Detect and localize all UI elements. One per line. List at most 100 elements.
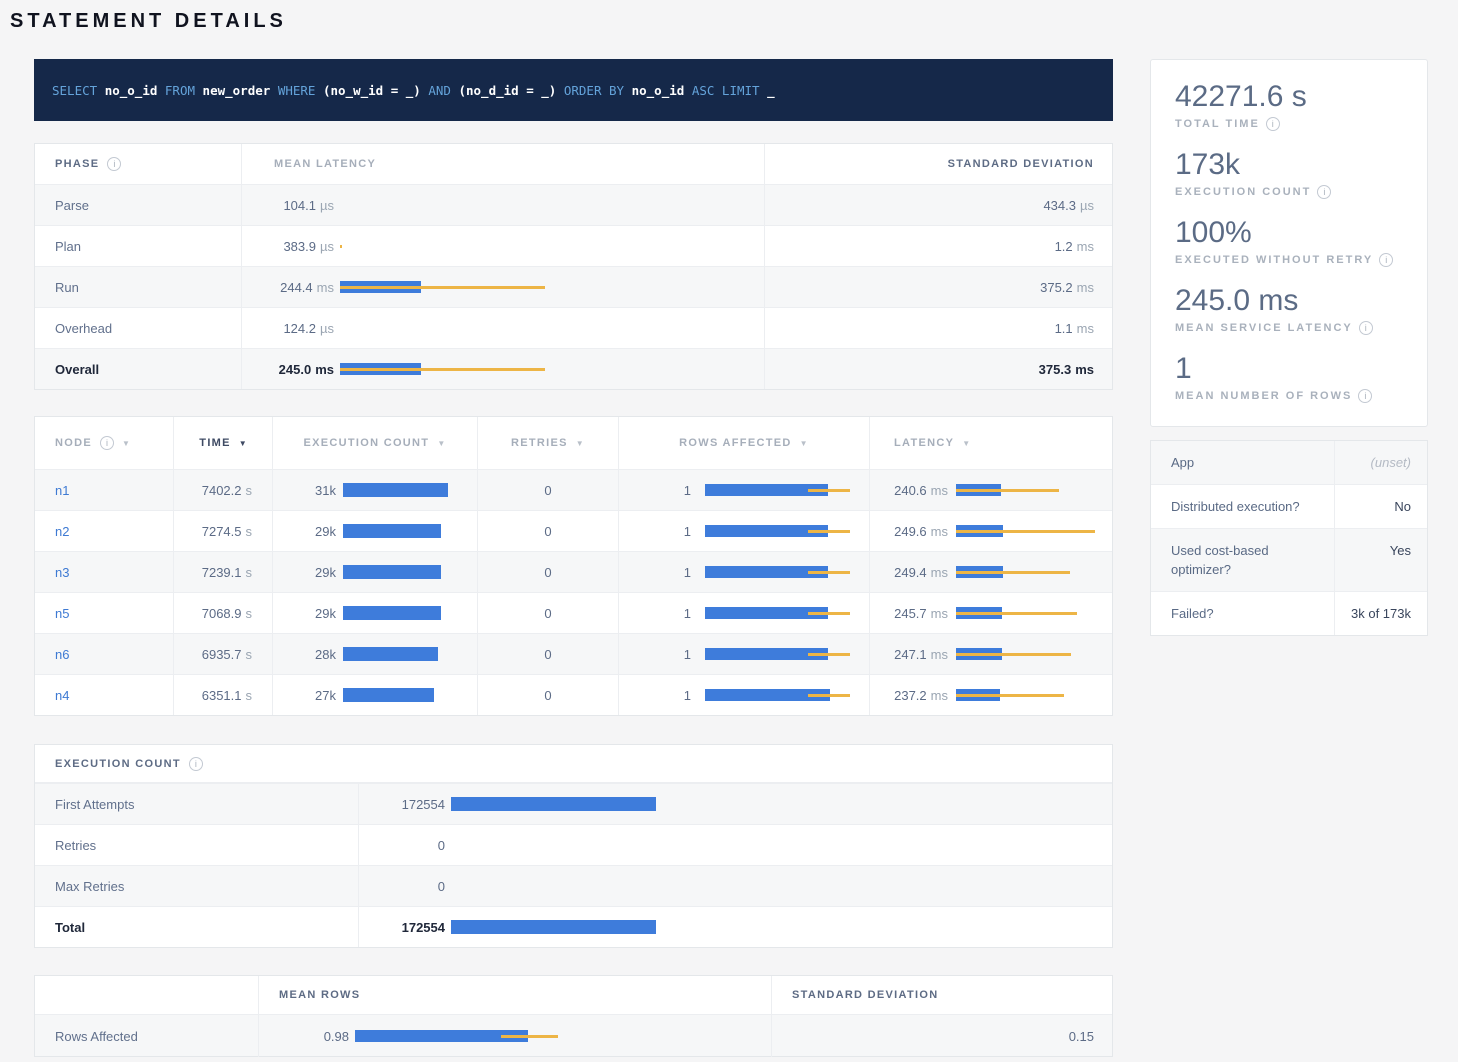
summary-stat-value: 245.0 ms: [1175, 284, 1427, 318]
node-link[interactable]: n5: [55, 606, 69, 621]
execution-count-row: Retries 0: [35, 824, 1112, 865]
summary-stat-label: MEAN SERVICE LATENCYi: [1175, 321, 1427, 335]
bar-chart: [956, 606, 1095, 620]
phase-latency-table: PHASE i MEAN LATENCY STANDARD DEVIATION …: [34, 143, 1113, 390]
execution-count-value: 27k: [293, 688, 336, 703]
time-value: 7068.9s: [202, 606, 252, 621]
latency-value: 240.6ms: [876, 483, 948, 498]
sql-token: new_order: [203, 83, 271, 98]
bar-chart: [340, 280, 545, 294]
time-value: 6935.7s: [202, 647, 252, 662]
attribute-row: App (unset): [1151, 441, 1427, 484]
execution-count-row-label: First Attempts: [55, 797, 134, 812]
latency-value: 249.4ms: [876, 565, 948, 580]
std-dev-line: [340, 368, 545, 371]
node-table-row: n5 7068.9s 29k 0 1 245.7ms: [35, 592, 1112, 633]
node-table-row: n6 6935.7s 28k 0 1 247.1ms: [35, 633, 1112, 674]
bar-chart: [956, 565, 1095, 579]
info-icon[interactable]: i: [100, 436, 114, 450]
phase-label: Parse: [55, 198, 89, 213]
retries-value: 0: [544, 688, 551, 703]
execution-count-value: 29k: [293, 524, 336, 539]
node-column-header[interactable]: NODE i ▼: [35, 417, 173, 469]
info-icon[interactable]: i: [1358, 389, 1372, 403]
attribute-value: 3k of 173k: [1334, 592, 1429, 635]
std-dev-line: [340, 245, 342, 248]
node-link[interactable]: n3: [55, 565, 69, 580]
rows-affected-value: 1: [655, 565, 691, 580]
bar-chart: [956, 524, 1095, 538]
execution-count-column-header[interactable]: EXECUTION COUNT ▼: [272, 417, 477, 469]
bar-chart: [705, 483, 850, 497]
sql-token: _: [767, 83, 775, 98]
sql-token: (no_w_id = _): [323, 83, 421, 98]
node-table-body: n1 7402.2s 31k 0 1 240.6ms n2 7274.5s 29…: [35, 469, 1112, 715]
sql-token: no_o_id: [105, 83, 158, 98]
bar-chart: [343, 688, 448, 702]
info-icon[interactable]: i: [189, 757, 203, 771]
main-layout: SELECT no_o_id FROM new_order WHERE (no_…: [34, 59, 1458, 1057]
std-dev-line: [808, 694, 850, 697]
latency-value: 247.1ms: [876, 647, 948, 662]
mean-latency-value: 245.0ms: [242, 362, 334, 377]
rows-affected-value: 1: [655, 688, 691, 703]
execution-count-row-value: 172554: [359, 797, 445, 812]
std-dev-line: [808, 530, 850, 533]
bar-chart: [340, 362, 545, 376]
execution-count-row-label: Max Retries: [55, 879, 124, 894]
execution-count-row-label: Retries: [55, 838, 96, 853]
std-dev-header-label: STANDARD DEVIATION: [792, 989, 938, 1001]
rows-affected-value: 1: [655, 647, 691, 662]
statement-summary-sidebar: 42271.6 s TOTAL TIMEi 173k EXECUTION COU…: [1150, 59, 1428, 1057]
attribute-row: Distributed execution? No: [1151, 484, 1427, 528]
std-dev-line: [808, 653, 850, 656]
summary-stat-value: 42271.6 s: [1175, 80, 1427, 114]
info-icon[interactable]: i: [107, 157, 121, 171]
info-icon[interactable]: i: [1266, 117, 1280, 131]
std-dev-value: 1.2ms: [1055, 239, 1094, 254]
bar-chart: [705, 565, 850, 579]
summary-stat-label: TOTAL TIMEi: [1175, 117, 1427, 131]
sort-arrow-icon: ▼: [239, 439, 248, 448]
phase-label: Plan: [55, 239, 81, 254]
rows-affected-column-header[interactable]: ROWS AFFECTED ▼: [618, 417, 869, 469]
rows-affected-value: 1: [655, 606, 691, 621]
latency-column-header[interactable]: LATENCY ▼: [869, 417, 1114, 469]
sql-token: ORDER BY: [564, 83, 624, 98]
node-link[interactable]: n6: [55, 647, 69, 662]
phase-label: Overall: [55, 362, 99, 377]
time-column-header[interactable]: TIME ▼: [173, 417, 272, 469]
summary-stat: 42271.6 s TOTAL TIMEi: [1175, 80, 1427, 131]
sql-statement-box: SELECT no_o_id FROM new_order WHERE (no_…: [34, 59, 1113, 121]
info-icon[interactable]: i: [1379, 253, 1393, 267]
mean-bar: [343, 565, 441, 579]
statement-detail-main: SELECT no_o_id FROM new_order WHERE (no_…: [34, 59, 1113, 1057]
std-dev-line: [808, 489, 850, 492]
node-link[interactable]: n1: [55, 483, 69, 498]
info-icon[interactable]: i: [1317, 185, 1331, 199]
mean-latency-value: 383.9µs: [242, 239, 334, 254]
bar-chart: [343, 524, 448, 538]
latency-value: 237.2ms: [876, 688, 948, 703]
retries-header-label: RETRIES: [511, 437, 568, 449]
attribute-row: Used cost-based optimizer? Yes: [1151, 528, 1427, 591]
execution-count-row: Total 172554: [35, 906, 1112, 947]
execution-count-value: 29k: [293, 565, 336, 580]
sql-token: WHERE: [278, 83, 316, 98]
execution-count-row-value: 172554: [359, 920, 445, 935]
latency-value: 249.6ms: [876, 524, 948, 539]
phase-table-row: Overhead 124.2µs 1.1ms: [35, 307, 1112, 348]
std-dev-column-header: STANDARD DEVIATION: [764, 144, 1114, 184]
sql-token: SELECT: [52, 83, 97, 98]
retries-value: 0: [544, 483, 551, 498]
mean-latency-value: 104.1µs: [242, 198, 334, 213]
retries-column-header[interactable]: RETRIES ▼: [477, 417, 618, 469]
info-icon[interactable]: i: [1359, 321, 1373, 335]
mean-bar: [451, 920, 656, 934]
phase-table-row: Parse 104.1µs 434.3µs: [35, 184, 1112, 225]
node-link[interactable]: n4: [55, 688, 69, 703]
node-link[interactable]: n2: [55, 524, 69, 539]
std-dev-line: [956, 653, 1071, 656]
page-title: STATEMENT DETAILS: [10, 10, 1458, 33]
bar-chart: [355, 1029, 558, 1043]
